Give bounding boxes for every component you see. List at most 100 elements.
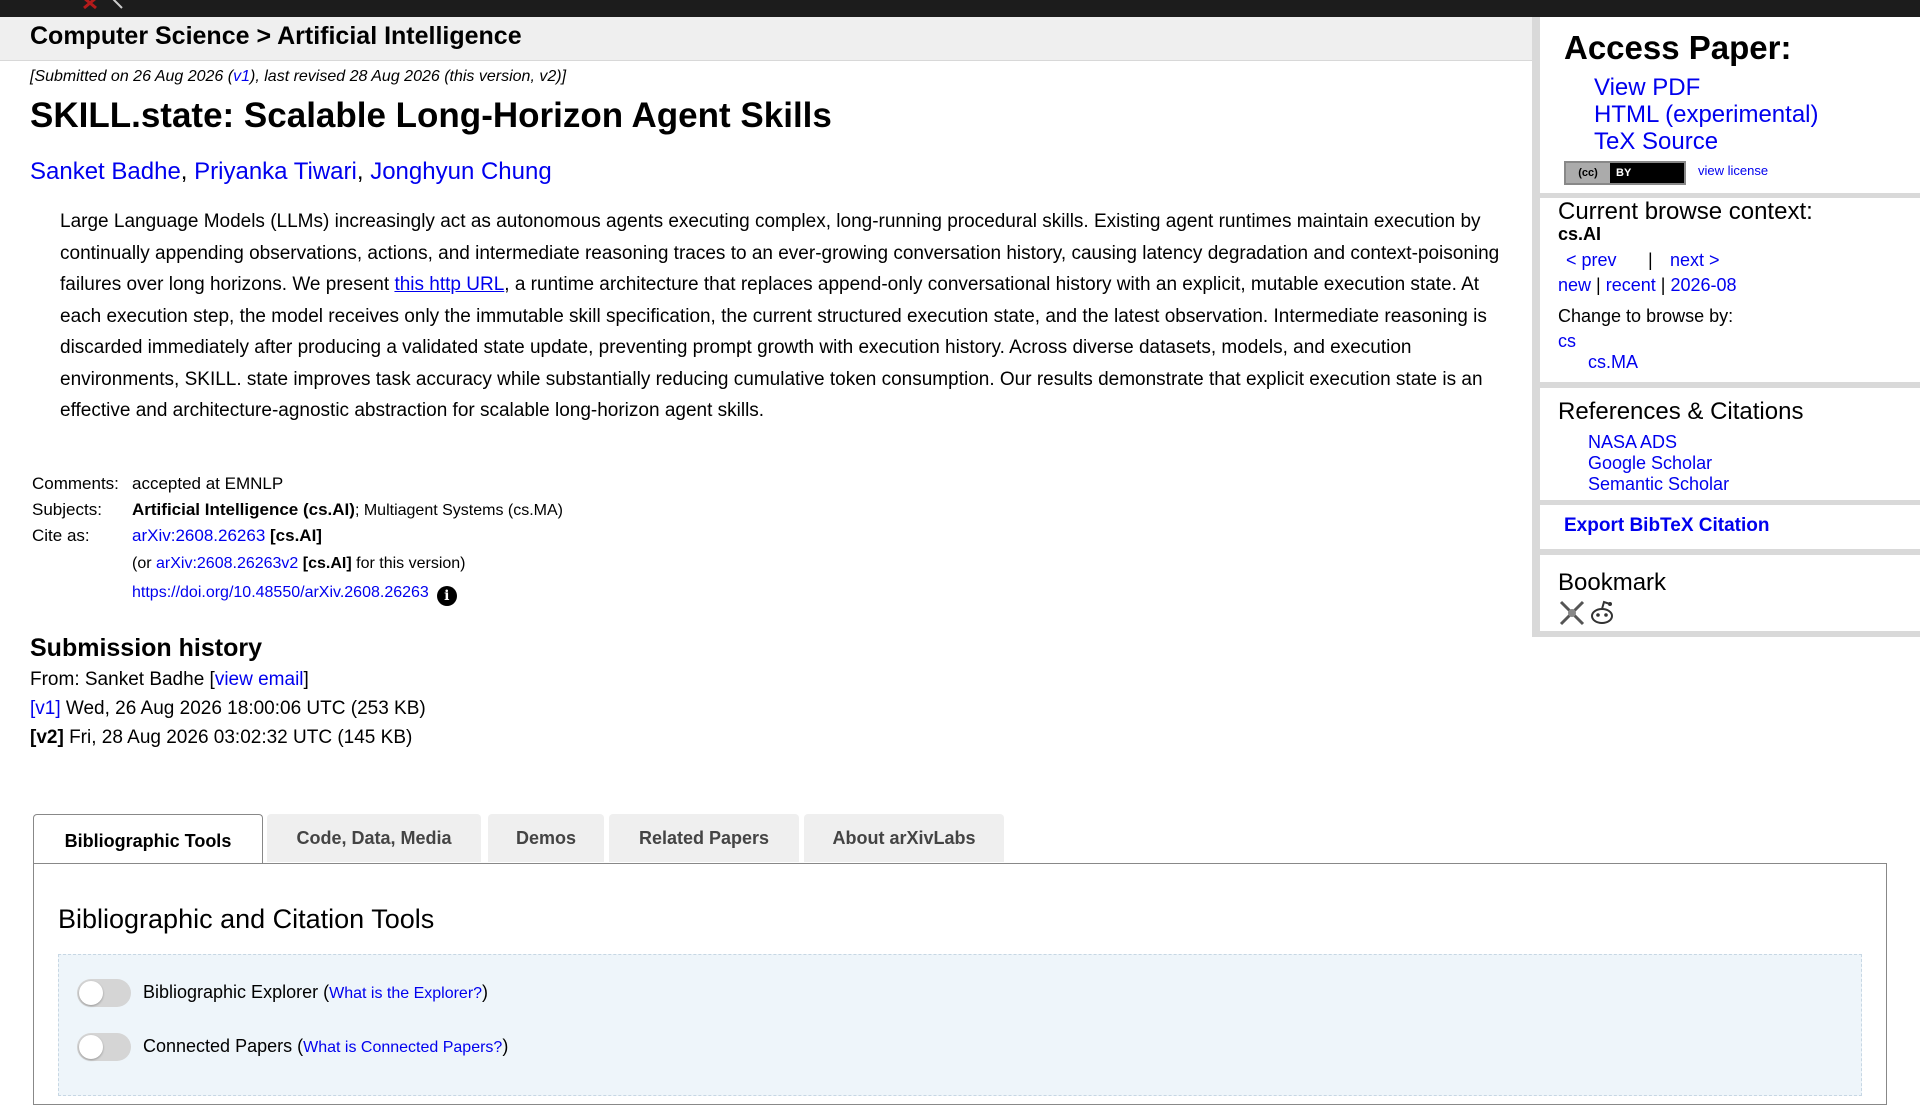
breadcrumb-bar: Computer Science > Artificial Intelligen… <box>0 17 1533 61</box>
doi-link[interactable]: https://doi.org/10.48550/arXiv.2608.2626… <box>132 584 429 601</box>
version-v1: [v1] Wed, 26 Aug 2026 18:00:06 UTC (253 … <box>30 698 1530 721</box>
submission-from: From: Sanket Badhe [view email] <box>30 669 1530 692</box>
paper-main: [Submitted on 26 Aug 2026 (v1), last rev… <box>30 62 1530 750</box>
export-box: Export BibTeX Citation <box>1540 505 1920 549</box>
info-icon[interactable]: i <box>436 585 457 606</box>
dateline-v1-link[interactable]: v1 <box>233 68 250 85</box>
breadcrumb: Computer Science > Artificial Intelligen… <box>30 22 522 51</box>
dateline-suffix: ), last revised 28 Aug 2026 (this versio… <box>250 68 567 85</box>
prev-link[interactable]: < prev <box>1566 250 1617 271</box>
version-v2: [v2] Fri, 28 Aug 2026 03:02:32 UTC (145 … <box>30 727 1530 750</box>
version-v1-link[interactable]: [v1] <box>30 698 61 719</box>
tab-bibliographic-tools[interactable]: Bibliographic Tools <box>33 814 263 865</box>
abstract-url-link[interactable]: this http URL <box>394 274 504 295</box>
tab-about-arxivlabs[interactable]: About arXivLabs <box>804 814 1004 862</box>
view-pdf-link[interactable]: View PDF <box>1594 74 1700 102</box>
breadcrumb-category[interactable]: Computer Science <box>30 22 250 50</box>
subjects-rest: ; Multiagent Systems (cs.MA) <box>354 501 563 519</box>
subjects-label: Subjects: <box>32 499 102 519</box>
cite-category: [cs.AI] <box>270 525 322 545</box>
sidebar: Access Paper: View PDF HTML (experimenta… <box>1532 17 1920 637</box>
cite-value: arXiv:2608.26263 [cs.AI] (or arXiv:2608.… <box>132 523 563 616</box>
nasa-ads-link[interactable]: NASA ADS <box>1588 432 1677 453</box>
change-browse-label: Change to browse by: <box>1558 306 1734 326</box>
tool-help-link[interactable]: What is Connected Papers? <box>303 1039 502 1056</box>
cite-version-link[interactable]: arXiv:2608.26263v2 <box>156 555 298 572</box>
subjects-value: Artificial Intelligence (cs.AI); Multiag… <box>132 497 563 523</box>
tab-code-data-media[interactable]: Code, Data, Media <box>267 814 481 862</box>
html-experimental-link[interactable]: HTML (experimental) <box>1594 101 1819 129</box>
reddit-icon[interactable] <box>1588 599 1616 627</box>
nav-separator: | <box>1648 250 1653 270</box>
author-link[interactable]: Priyanka Tiwari <box>194 158 357 185</box>
bibsonomy-icon[interactable] <box>1558 599 1586 627</box>
tab-panel: Bibliographic and Citation Tools Bibliog… <box>33 863 1887 1105</box>
cc-by-license-badge[interactable]: (cc) BY <box>1564 161 1686 185</box>
dateline-prefix: [Submitted on 26 Aug 2026 ( <box>30 68 234 85</box>
from-suffix: ] <box>303 668 309 690</box>
subjects-primary: Artificial Intelligence (cs.AI) <box>132 499 355 519</box>
connected-papers-toggle[interactable] <box>77 1033 131 1062</box>
browse-cs-link[interactable]: cs <box>1558 331 1576 352</box>
breadcrumb-subcategory[interactable]: Artificial Intelligence <box>277 22 522 50</box>
next-link[interactable]: next > <box>1670 250 1720 271</box>
cc-mark: (cc) <box>1566 163 1610 183</box>
nav-separator: | <box>1596 275 1601 295</box>
view-license-link[interactable]: view license <box>1698 163 1768 178</box>
cite-id-link[interactable]: arXiv:2608.26263 <box>132 526 265 545</box>
bookmark-title: Bookmark <box>1558 569 1667 596</box>
toggle-knob <box>79 1035 103 1060</box>
panel-title: Bibliographic and Citation Tools <box>58 904 435 934</box>
top-bar <box>0 0 1920 17</box>
by-mark: BY <box>1616 167 1632 179</box>
recent-link[interactable]: recent <box>1606 275 1656 295</box>
comments-label: Comments: <box>32 473 119 493</box>
month-link[interactable]: 2026-08 <box>1671 275 1737 295</box>
version-v2-label: [v2] <box>30 726 64 748</box>
browse-context-box: Current browse context: cs.AI < prev | n… <box>1540 198 1920 382</box>
cite-version-suffix: for this version) <box>351 554 466 572</box>
view-email-link[interactable]: view email <box>215 669 304 690</box>
google-scholar-link[interactable]: Google Scholar <box>1588 453 1712 474</box>
tool-help-link[interactable]: What is the Explorer? <box>329 985 482 1002</box>
abstract: Large Language Models (LLMs) increasingl… <box>60 206 1505 427</box>
toggle-knob <box>79 981 103 1006</box>
tool-name: Connected Papers <box>143 1036 293 1056</box>
tab-demos[interactable]: Demos <box>488 814 604 862</box>
author-link[interactable]: Sanket Badhe <box>30 158 181 185</box>
browse-list-links: new | recent | 2026-08 <box>1558 275 1737 296</box>
tool-name: Bibliographic Explorer <box>143 982 319 1002</box>
tex-source-link[interactable]: TeX Source <box>1594 128 1718 156</box>
paper-title: SKILL.state: Scalable Long-Horizon Agent… <box>30 96 832 135</box>
browse-context-title: Current browse context: <box>1558 198 1813 225</box>
access-paper-box: Access Paper: View PDF HTML (experimenta… <box>1540 17 1920 193</box>
metadata-table: Comments: accepted at EMNLP Subjects: Ar… <box>30 471 563 616</box>
browse-csma-link[interactable]: cs.MA <box>1588 352 1638 373</box>
breadcrumb-separator: > <box>256 22 272 50</box>
arxiv-logo-icon[interactable] <box>82 0 128 10</box>
cite-label: Cite as: <box>32 525 90 545</box>
export-bibtex-link[interactable]: Export BibTeX Citation <box>1564 515 1769 537</box>
references-title: References & Citations <box>1558 398 1804 425</box>
bibliographic-explorer-toggle[interactable] <box>77 979 131 1008</box>
semantic-scholar-link[interactable]: Semantic Scholar <box>1588 474 1729 495</box>
author-link[interactable]: Jonghyun Chung <box>370 158 551 185</box>
version-v1-text: Wed, 26 Aug 2026 18:00:06 UTC (253 KB) <box>60 697 426 719</box>
version-v2-text: Fri, 28 Aug 2026 03:02:32 UTC (145 KB) <box>63 726 413 748</box>
abstract-text: , a runtime architecture that replaces a… <box>60 274 1487 421</box>
from-prefix: From: Sanket Badhe [ <box>30 668 215 690</box>
cite-version-category: [cs.AI] <box>302 554 352 572</box>
tools-box: Bibliographic Explorer (What is the Expl… <box>58 954 1862 1096</box>
cite-or-prefix: (or <box>132 554 156 572</box>
submission-history-title: Submission history <box>30 633 262 662</box>
submission-dateline: [Submitted on 26 Aug 2026 (v1), last rev… <box>30 68 1530 86</box>
bookmark-box: Bookmark <box>1540 555 1920 631</box>
references-box: References & Citations NASA ADS Google S… <box>1540 388 1920 500</box>
tool-bibliographic-explorer: Bibliographic Explorer (What is the Expl… <box>77 977 488 1008</box>
tool-connected-papers: Connected Papers (What is Connected Pape… <box>77 1031 508 1062</box>
access-paper-title: Access Paper: <box>1564 29 1792 66</box>
tab-related-papers[interactable]: Related Papers <box>609 814 799 862</box>
new-link[interactable]: new <box>1558 275 1591 295</box>
comments-value: accepted at EMNLP <box>132 473 284 493</box>
browse-context-value: cs.AI <box>1558 224 1602 244</box>
